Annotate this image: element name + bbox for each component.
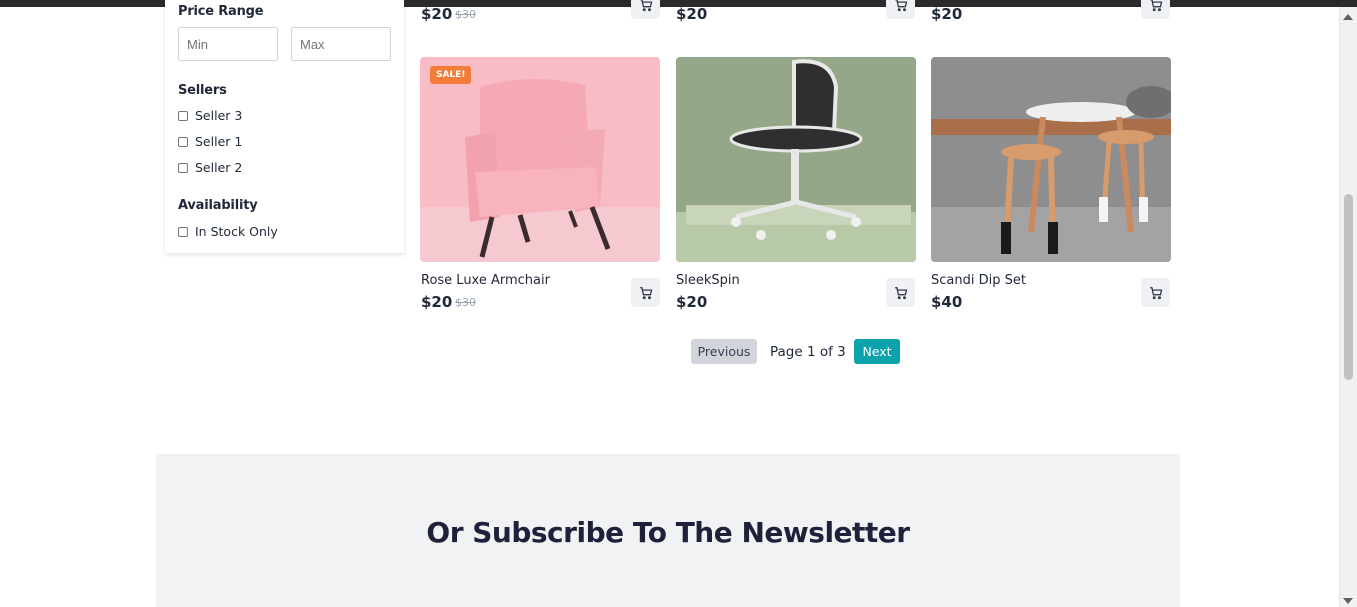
price-range-heading: Price Range (178, 4, 264, 19)
scrollbar-thumb[interactable] (1344, 194, 1353, 380)
office-chair-image (676, 57, 916, 262)
product-old-price: $30 (455, 296, 476, 309)
sale-badge: SALE! (430, 66, 472, 84)
filter-sidebar: Price Range Sellers Seller 3 Seller 1 Se… (165, 0, 404, 253)
product-image-sleekspin[interactable] (676, 57, 916, 262)
cart-icon (640, 0, 652, 11)
cart-icon (1149, 286, 1162, 299)
newsletter-section: Or Subscribe To The Newsletter (156, 454, 1180, 607)
product-price: $20 (421, 293, 453, 311)
seller-checkbox-seller-2[interactable]: Seller 2 (178, 160, 242, 175)
newsletter-title: Or Subscribe To The Newsletter (426, 516, 910, 549)
product-price: $20 (676, 293, 708, 311)
checkbox[interactable] (178, 226, 188, 237)
scroll-up-arrow-icon[interactable] (1343, 14, 1353, 20)
in-stock-label: In Stock Only (195, 224, 278, 239)
cart-icon (1150, 0, 1162, 11)
product-name[interactable]: Scandi Dip Set (931, 273, 1026, 288)
add-to-cart-button[interactable] (886, 278, 915, 307)
add-to-cart-button[interactable] (886, 0, 915, 19)
max-price-input[interactable] (291, 27, 391, 61)
stool-set-image (931, 57, 1171, 262)
checkbox[interactable] (178, 110, 188, 121)
product-name[interactable]: Rose Luxe Armchair (421, 273, 550, 288)
scroll-down-arrow-icon[interactable] (1343, 598, 1353, 604)
checkbox[interactable] (178, 136, 188, 147)
cart-icon (895, 0, 907, 11)
product-image-rose-luxe-armchair[interactable]: SALE! (420, 57, 660, 262)
armchair-image (420, 57, 660, 262)
next-page-button[interactable]: Next (854, 339, 900, 364)
previous-page-button[interactable]: Previous (691, 339, 757, 364)
vertical-scrollbar[interactable] (1339, 7, 1357, 607)
add-to-cart-button[interactable] (1141, 0, 1170, 19)
add-to-cart-button[interactable] (1141, 278, 1170, 307)
cart-icon (894, 286, 907, 299)
page-info: Page 1 of 3 (770, 344, 846, 360)
availability-heading: Availability (178, 198, 258, 213)
seller-label: Seller 2 (195, 160, 243, 175)
seller-checkbox-seller-1[interactable]: Seller 1 (178, 134, 242, 149)
add-to-cart-button[interactable] (631, 0, 660, 19)
product-old-price: $30 (455, 8, 476, 21)
product-image-scandi-dip-set[interactable] (931, 57, 1171, 262)
checkbox[interactable] (178, 162, 188, 173)
min-price-input[interactable] (178, 27, 278, 61)
product-name[interactable]: SleekSpin (676, 273, 740, 288)
product-price: $20 (931, 5, 963, 23)
add-to-cart-button[interactable] (631, 278, 660, 307)
sellers-heading: Sellers (178, 83, 227, 98)
seller-label: Seller 3 (195, 108, 243, 123)
seller-label: Seller 1 (195, 134, 243, 149)
cart-icon (639, 286, 652, 299)
product-price: $20 (676, 5, 708, 23)
in-stock-checkbox[interactable]: In Stock Only (178, 224, 278, 239)
product-price: $20 (421, 5, 453, 23)
seller-checkbox-seller-3[interactable]: Seller 3 (178, 108, 242, 123)
product-price: $40 (931, 293, 963, 311)
